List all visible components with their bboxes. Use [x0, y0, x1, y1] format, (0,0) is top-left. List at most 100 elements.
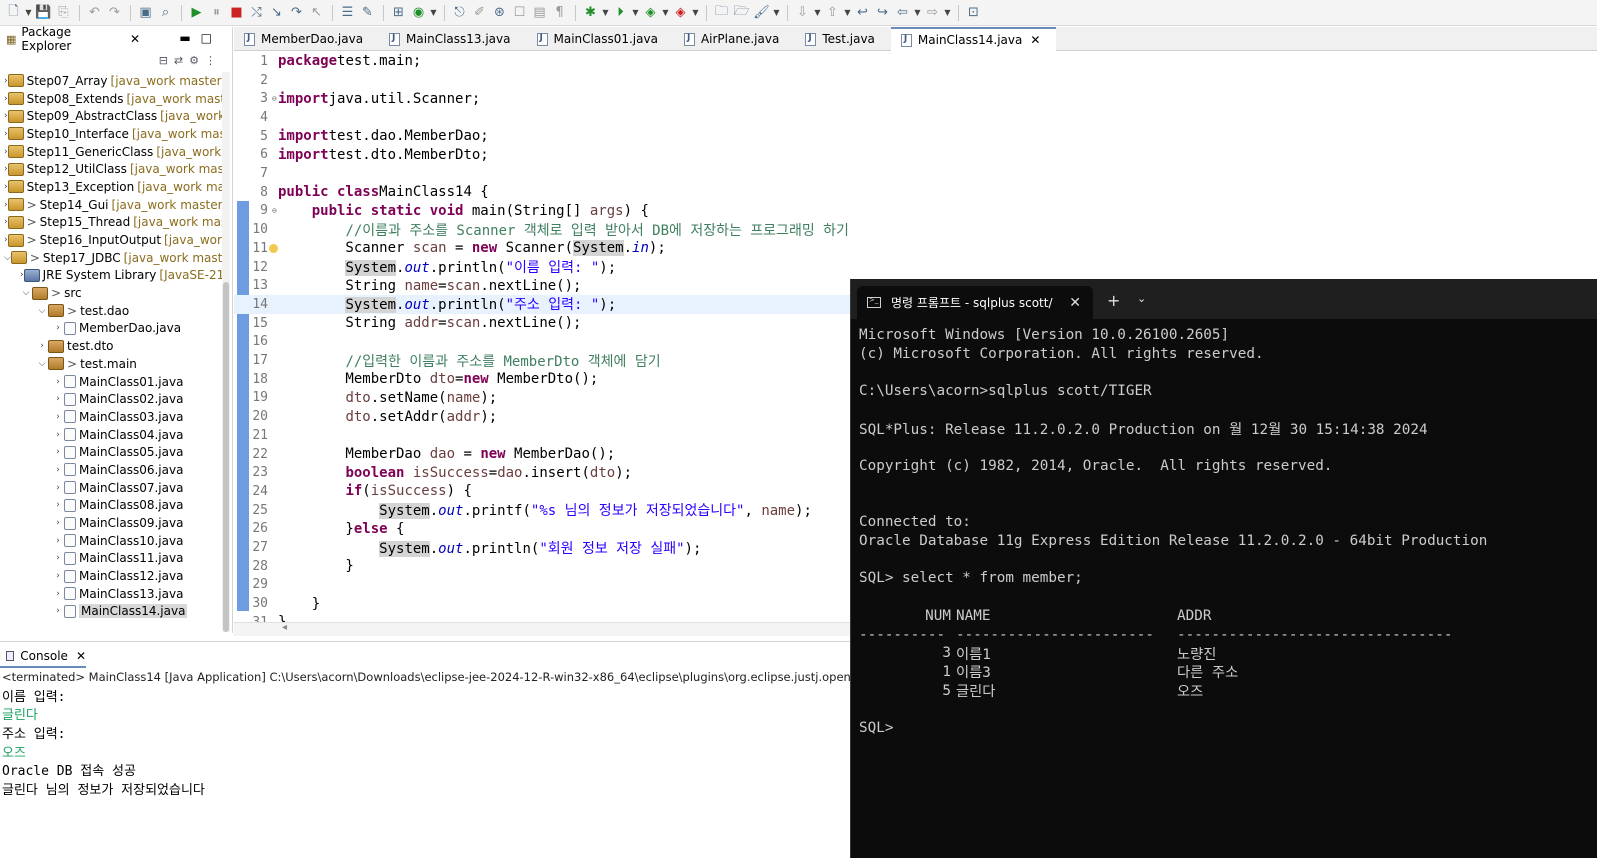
save-all-icon[interactable]: ⎘	[54, 3, 73, 23]
tree-item[interactable]: › test.dto	[0, 337, 222, 355]
close-icon[interactable]: ✕	[1030, 33, 1040, 47]
folder-icon[interactable]: 🗁	[732, 3, 751, 23]
warning-icon[interactable]	[269, 243, 278, 253]
tree-item[interactable]: › Step07_Array [java_work master]	[0, 72, 222, 90]
tree-item[interactable]: ›Step11_GenericClass[java_work r	[0, 143, 222, 161]
format-icon[interactable]: ☰	[338, 3, 357, 23]
code-line[interactable]: 24 if(isSuccess) {	[234, 482, 850, 501]
last-edit-icon[interactable]: ↩	[853, 3, 872, 23]
disconnect-icon[interactable]: ⤭	[247, 3, 266, 23]
step-into-icon[interactable]: ↘	[267, 3, 286, 23]
tree-item[interactable]: › MainClass07.java	[0, 479, 222, 497]
tree-item[interactable]: ⌵ > src	[0, 284, 222, 302]
code-line[interactable]: 7	[234, 164, 850, 183]
code-line[interactable]: 14 System.out.println("주소 입력: ");	[234, 295, 850, 314]
tree-item[interactable]: ›>Step16_InputOutput[java_work	[0, 231, 222, 249]
chevron-down-icon[interactable]: ⌄	[1137, 292, 1146, 305]
scrollbar-thumb[interactable]	[223, 282, 229, 632]
markers-icon[interactable]: ⊛	[490, 3, 509, 23]
code-line[interactable]: 20 dto.setAddr(addr);	[234, 407, 850, 426]
chevron-right-icon[interactable]: ›	[52, 447, 64, 457]
tree-item[interactable]: ⌵ > Step17_JDBC [java_work maste	[0, 249, 222, 267]
tree-item[interactable]: › MainClass08.java	[0, 497, 222, 515]
new-icon[interactable]: 🗋	[4, 3, 23, 23]
code-line[interactable]: 17 //입력한 이름과 주소를 MemberDto 객체에 담기	[234, 351, 850, 370]
chevron-right-icon[interactable]: ›	[52, 465, 64, 475]
tree-item[interactable]: › MainClass06.java	[0, 461, 222, 479]
filter-icon[interactable]: ⚙	[189, 54, 205, 67]
pilcrow-icon[interactable]: ¶	[550, 3, 569, 23]
code-line[interactable]: 10 //이름과 주소를 Scanner 객체로 입력 받아서 DB에 저장하는…	[234, 220, 850, 239]
tree-item[interactable]: › MainClass05.java	[0, 443, 222, 461]
brush-icon[interactable]: 🖌	[752, 3, 771, 23]
tree-item[interactable]: › > Step14_Gui [java_work master]	[0, 196, 222, 214]
run-icon[interactable]: ⏵	[611, 3, 630, 23]
scroll-left-icon[interactable]: ◂	[282, 622, 287, 633]
code-line[interactable]: 15 String addr=scan.nextLine();	[234, 314, 850, 333]
new-class-icon[interactable]: ◉	[409, 3, 428, 23]
code-line[interactable]: 18 MemberDto dto=new MemberDto();	[234, 370, 850, 389]
tree-item[interactable]: › JRE System Library [JavaSE-21	[0, 267, 222, 285]
undo-icon[interactable]: ↶	[85, 3, 104, 23]
chevron-down-icon[interactable]: ▼	[772, 3, 781, 23]
code-line[interactable]: 29	[234, 576, 850, 595]
external-tools-icon[interactable]: ◈	[671, 3, 690, 23]
code-line[interactable]: 22 MemberDao dao = new MemberDao();	[234, 445, 850, 464]
forward-icon[interactable]: ⇨	[923, 3, 942, 23]
back-icon[interactable]: ⇦	[893, 3, 912, 23]
open-type-icon[interactable]: ⎋	[450, 3, 469, 23]
tree-item[interactable]: › Step13_Exception [java_work mas	[0, 178, 222, 196]
explorer-scrollbar[interactable]	[222, 72, 230, 632]
terminate-icon[interactable]: ■	[227, 3, 246, 23]
chevron-right-icon[interactable]: ›	[52, 518, 64, 528]
console-tab[interactable]: Console ✕	[0, 646, 86, 668]
resume-icon[interactable]: ▶	[187, 3, 206, 23]
chevron-down-icon[interactable]: ▼	[429, 3, 438, 23]
tasks-icon[interactable]: ☐	[510, 3, 529, 23]
code-editor[interactable]: 1 packagetest.main; 2 3 ⊖ importjava.util.Sca…	[234, 52, 850, 622]
close-icon[interactable]: ✕	[130, 32, 140, 46]
tree-item[interactable]: ⌵ > test.main	[0, 355, 222, 373]
chevron-down-icon[interactable]: ▼	[24, 3, 33, 23]
view-menu-icon[interactable]: ⋮	[205, 54, 222, 67]
block-icon[interactable]: ▤	[530, 3, 549, 23]
maximize-icon[interactable]: □	[201, 31, 222, 45]
editor-horizontal-scrollbar[interactable]: ◂	[234, 622, 850, 636]
suspend-icon[interactable]: ⏸	[207, 3, 226, 23]
chevron-right-icon[interactable]: ›	[52, 606, 64, 616]
chevron-down-icon[interactable]: ▼	[813, 3, 822, 23]
chevron-right-icon[interactable]: ›	[52, 500, 64, 510]
code-line[interactable]: 6 importtest.dto.MemberDto;	[234, 146, 850, 165]
collapse-all-icon[interactable]: ⊟	[159, 54, 174, 67]
tree-item[interactable]: › MainClass13.java	[0, 585, 222, 603]
code-line[interactable]: 25 System.out.printf("%s 님의 정보가 저장되었습니다"…	[234, 501, 850, 520]
wizard-icon[interactable]: ✎	[358, 3, 377, 23]
code-line[interactable]: 30 }	[234, 594, 850, 613]
terminal-icon[interactable]: ▣	[136, 3, 155, 23]
step-return-icon[interactable]: ↖	[307, 3, 326, 23]
redo-icon[interactable]: ↷	[105, 3, 124, 23]
chevron-right-icon[interactable]: ›	[52, 394, 64, 404]
chevron-down-icon[interactable]: ▼	[943, 3, 952, 23]
chevron-down-icon[interactable]: ▼	[843, 3, 852, 23]
tree-item[interactable]: › MainClass11.java	[0, 550, 222, 568]
chevron-down-icon[interactable]: ▼	[661, 3, 670, 23]
link-editor-icon[interactable]: ⇄	[174, 54, 189, 67]
chevron-right-icon[interactable]: ›	[52, 536, 64, 546]
code-line[interactable]: 11 Scanner scan = new Scanner(System.in)…	[234, 239, 850, 258]
code-line[interactable]: 19 dto.setName(name);	[234, 389, 850, 408]
chevron-right-icon[interactable]: ›	[36, 341, 48, 351]
chevron-down-icon[interactable]: ⌵	[36, 306, 48, 316]
editor-tab[interactable]: MainClass01.java	[527, 27, 674, 51]
debug-icon[interactable]: ✱	[581, 3, 600, 23]
tree-item[interactable]: ⌵ > test.dao	[0, 302, 222, 320]
new-tab-icon[interactable]: +	[1107, 291, 1120, 310]
code-line[interactable]: 12 System.out.println("이름 입력: ");	[234, 258, 850, 277]
tree-item[interactable]: › MainClass03.java	[0, 408, 222, 426]
package-icon[interactable]: ⊞	[389, 3, 408, 23]
tree-item[interactable]: › Step08_Extends [java_work maste	[0, 90, 222, 108]
chevron-right-icon[interactable]: ›	[52, 377, 64, 387]
minimize-icon[interactable]: ▬	[179, 31, 200, 45]
chevron-down-icon[interactable]: ▼	[601, 3, 610, 23]
code-line[interactable]: 1 packagetest.main;	[234, 52, 850, 71]
